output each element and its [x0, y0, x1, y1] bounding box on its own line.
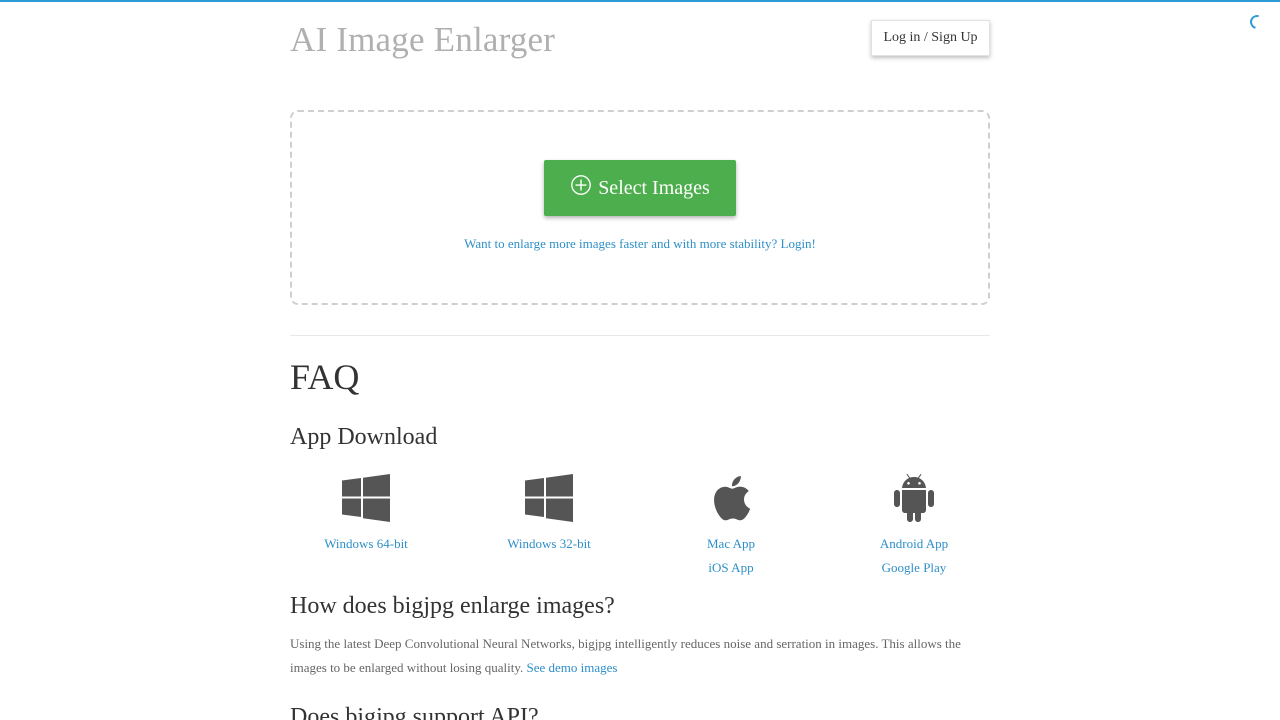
site-title: AI Image Enlarger [290, 20, 556, 59]
app-windows-64: Windows 64-bit [290, 474, 442, 556]
login-prompt-link[interactable]: Want to enlarge more images faster and w… [292, 236, 988, 252]
mac-app-link[interactable]: Mac App [655, 532, 807, 556]
plus-circle-icon [570, 174, 592, 202]
select-images-label: Select Images [598, 176, 710, 199]
windows-icon[interactable] [473, 474, 625, 524]
page-loading-bar [0, 0, 1280, 2]
android-icon[interactable] [838, 473, 990, 524]
windows-32-link[interactable]: Windows 32-bit [473, 532, 625, 556]
how-it-works-heading: How does bigjpg enlarge images? [290, 593, 615, 619]
app-android: Android App Google Play [838, 473, 990, 580]
ios-app-link[interactable]: iOS App [655, 556, 807, 580]
how-it-works-body: Using the latest Deep Convolutional Neur… [290, 636, 961, 675]
windows-64-link[interactable]: Windows 64-bit [290, 532, 442, 556]
app-download-heading: App Download [290, 424, 438, 450]
google-play-link[interactable]: Google Play [838, 556, 990, 580]
windows-icon[interactable] [290, 474, 442, 524]
faq-heading: FAQ [290, 357, 360, 397]
login-signup-button[interactable]: Log in / Sign Up [871, 20, 990, 56]
android-app-link[interactable]: Android App [838, 532, 990, 556]
image-dropzone[interactable]: Select Images Want to enlarge more image… [290, 110, 990, 305]
select-images-button[interactable]: Select Images [544, 160, 736, 216]
apple-icon[interactable] [655, 474, 807, 524]
app-apple: Mac App iOS App [655, 474, 807, 580]
api-support-heading: Does bigjpg support API? [290, 704, 539, 720]
loading-spinner-icon [1247, 12, 1267, 32]
demo-images-link[interactable]: See demo images [527, 660, 618, 675]
app-windows-32: Windows 32-bit [473, 474, 625, 556]
section-divider [290, 335, 990, 336]
how-it-works-text: Using the latest Deep Convolutional Neur… [290, 632, 990, 680]
